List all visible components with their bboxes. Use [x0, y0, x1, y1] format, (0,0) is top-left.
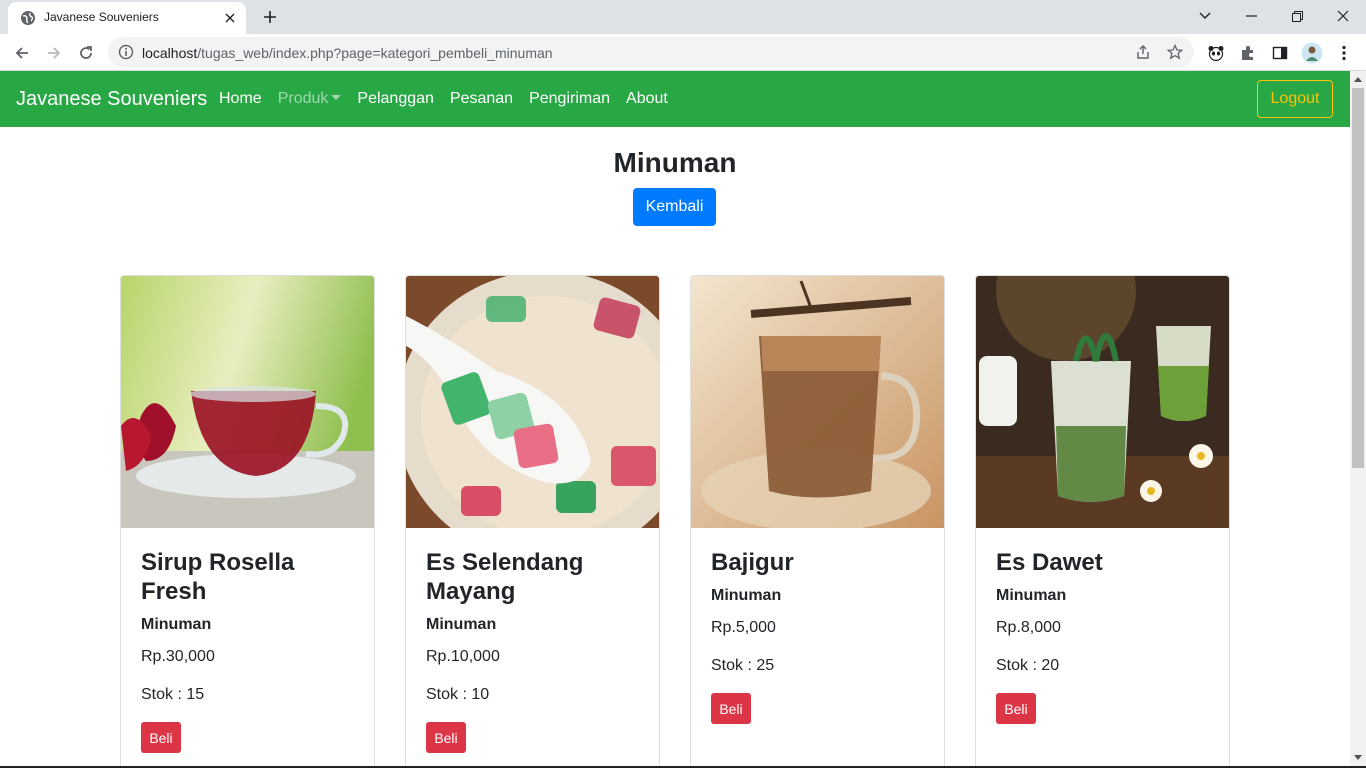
nav-links: Home Produk Pelanggan Pesanan Pengiriman… [219, 90, 668, 108]
beli-button[interactable]: Beli [711, 693, 751, 724]
product-card: Es Selendang Mayang Minuman Rp.10,000 St… [405, 275, 660, 768]
beli-button[interactable]: Beli [996, 693, 1036, 724]
product-category: Minuman [426, 616, 497, 633]
product-name: Sirup Rosella Fresh [141, 549, 295, 605]
kembali-button[interactable]: Kembali [633, 188, 716, 226]
product-card: Bajigur Minuman Rp.5,000 Stok : 25 Beli [690, 275, 945, 768]
logout-button[interactable]: Logout [1257, 80, 1333, 118]
product-stock: Stok : 25 [711, 657, 775, 674]
panda-extension-icon[interactable] [1205, 42, 1227, 64]
scroll-down-arrow-icon[interactable] [1354, 755, 1362, 760]
product-category: Minuman [996, 587, 1067, 604]
nav-link-pengiriman[interactable]: Pengiriman [529, 90, 610, 108]
nav-dropdown-produk[interactable]: Produk [278, 90, 342, 108]
share-icon[interactable] [1134, 43, 1152, 61]
bookmark-star-icon[interactable] [1166, 43, 1184, 61]
product-price: Rp.30,000 [141, 648, 215, 665]
close-tab-icon[interactable] [220, 8, 240, 28]
nav-link-pelanggan[interactable]: Pelanggan [357, 90, 434, 108]
tab-search-icon[interactable] [1182, 0, 1228, 32]
extensions-puzzle-icon[interactable] [1237, 42, 1259, 64]
forward-arrow-icon[interactable] [40, 39, 68, 67]
product-stock: Stok : 15 [141, 686, 205, 703]
dropdown-caret-icon [331, 95, 342, 100]
product-price: Rp.5,000 [711, 619, 776, 636]
globe-icon [20, 10, 36, 26]
product-image-bajigur [691, 276, 944, 528]
main-navbar: Javanese Souveniers Home Produk Pelangga… [0, 71, 1350, 127]
product-image-es-dawet [976, 276, 1229, 528]
new-tab-icon[interactable] [256, 5, 284, 29]
back-arrow-icon[interactable] [8, 39, 36, 67]
page-viewport: Javanese Souveniers Home Produk Pelangga… [0, 71, 1350, 768]
address-bar[interactable]: localhost/tugas_web/index.php?page=kateg… [108, 37, 1194, 67]
url-text[interactable]: localhost/tugas_web/index.php?page=kateg… [142, 45, 553, 61]
page-title: Minuman [613, 147, 737, 178]
close-window-icon[interactable] [1320, 0, 1366, 32]
product-image-selendang-mayang [406, 276, 659, 528]
beli-button[interactable]: Beli [141, 722, 181, 753]
product-card: Es Dawet Minuman Rp.8,000 Stok : 20 Beli [975, 275, 1230, 768]
reload-icon[interactable] [72, 39, 100, 67]
beli-button[interactable]: Beli [426, 722, 466, 753]
scrollbar-thumb[interactable] [1352, 88, 1364, 468]
product-name: Es Selendang Mayang [426, 549, 584, 605]
page-scrollbar[interactable] [1350, 71, 1366, 768]
browser-tab[interactable]: Javanese Souveniers [8, 2, 246, 34]
navbar-brand[interactable]: Javanese Souveniers [16, 88, 207, 111]
product-category: Minuman [141, 616, 212, 633]
restore-icon[interactable] [1274, 0, 1320, 32]
product-image-rosella [121, 276, 374, 528]
scroll-up-arrow-icon[interactable] [1354, 77, 1362, 82]
site-info-icon[interactable] [118, 44, 134, 60]
product-stock: Stok : 20 [996, 657, 1060, 674]
product-card: Sirup Rosella Fresh Minuman Rp.30,000 St… [120, 275, 375, 768]
product-name: Es Dawet [996, 549, 1103, 576]
nav-link-about[interactable]: About [626, 90, 668, 108]
minimize-icon[interactable] [1228, 0, 1274, 32]
product-stock: Stok : 10 [426, 686, 490, 703]
product-name: Bajigur [711, 549, 794, 576]
tab-title: Javanese Souveniers [44, 10, 159, 24]
browser-tab-bar: Javanese Souveniers [0, 0, 1366, 34]
product-category: Minuman [711, 587, 782, 604]
product-price: Rp.8,000 [996, 619, 1061, 636]
browser-toolbar: localhost/tugas_web/index.php?page=kateg… [0, 34, 1366, 71]
browser-menu-icon[interactable] [1333, 42, 1355, 64]
product-price: Rp.10,000 [426, 648, 500, 665]
nav-link-pesanan[interactable]: Pesanan [450, 90, 513, 108]
profile-avatar-icon[interactable] [1301, 42, 1323, 64]
nav-link-home[interactable]: Home [219, 90, 262, 108]
side-panel-icon[interactable] [1269, 42, 1291, 64]
